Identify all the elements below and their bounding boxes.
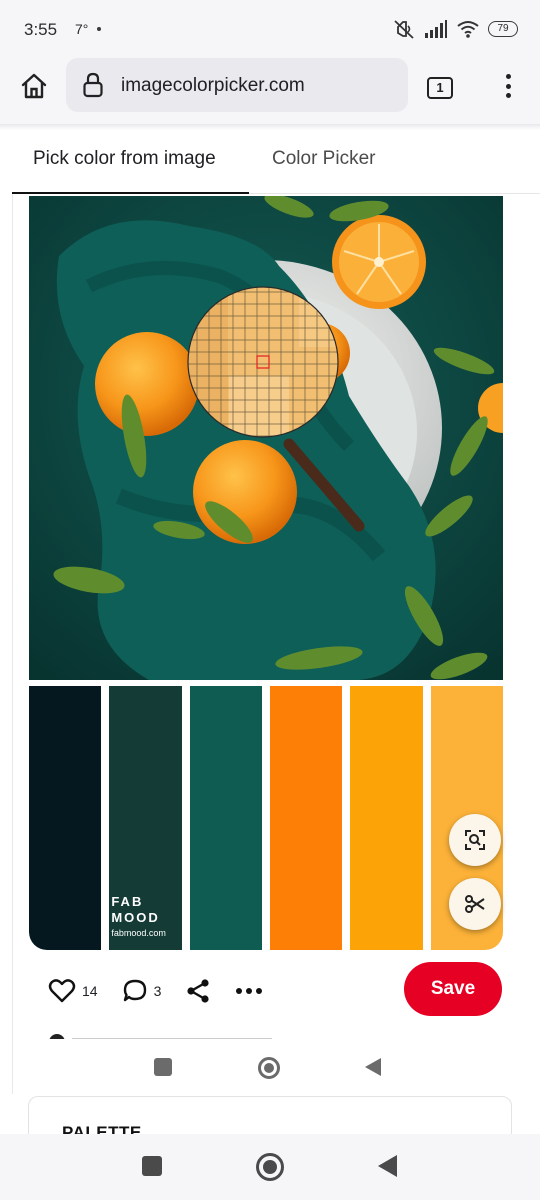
color-palette: FAB MOOD fabmood.com: [29, 686, 503, 950]
notification-dot-icon: [97, 27, 101, 31]
fabmood-watermark: FAB MOOD fabmood.com: [111, 894, 166, 938]
address-field[interactable]: imagecolorpicker.com: [66, 58, 408, 112]
mute-icon: [394, 20, 414, 39]
active-tab-indicator: [12, 192, 249, 194]
more-horiz-icon[interactable]: [235, 987, 263, 995]
palette-title: PALETTE: [62, 1123, 142, 1134]
back-icon: [365, 1058, 381, 1076]
embedded-nav-bar: [0, 1046, 540, 1090]
source-image[interactable]: [29, 196, 503, 680]
like-action[interactable]: 14: [48, 978, 98, 1004]
pin-actions: 14 3: [48, 976, 287, 1006]
oranges-on-teal-cloth-photo: [29, 196, 503, 680]
system-nav-bar: [0, 1134, 540, 1200]
signal-icon: [425, 20, 447, 38]
swatch[interactable]: [29, 686, 102, 950]
lock-icon: [83, 72, 103, 98]
tab-color-picker[interactable]: Color Picker: [272, 148, 375, 170]
comment-action[interactable]: 3: [122, 978, 162, 1004]
swatch[interactable]: [350, 686, 423, 950]
tab-count: 1: [427, 77, 453, 99]
creator-avatar-icon: [49, 1034, 272, 1039]
status-temperature: 7°: [75, 21, 89, 37]
share-icon: [187, 979, 209, 1003]
palette-card: PALETTE: [28, 1096, 512, 1134]
save-button[interactable]: Save: [404, 962, 502, 1016]
tabs-icon[interactable]: 1: [424, 72, 456, 104]
recents-icon[interactable]: [142, 1156, 162, 1176]
browser-toolbar: imagecolorpicker.com 1: [0, 58, 540, 124]
status-icons: 79: [392, 18, 518, 40]
battery-icon: 79: [488, 21, 518, 37]
web-page: Pick color from image Color Picker FAB M…: [0, 124, 540, 1134]
creator-row: [48, 1029, 288, 1039]
home-icon[interactable]: [14, 66, 54, 106]
like-count: 14: [82, 983, 98, 999]
visual-search-icon[interactable]: [449, 814, 501, 866]
home-button-icon[interactable]: [256, 1153, 284, 1181]
recents-icon: [154, 1058, 172, 1076]
swatch[interactable]: FAB MOOD fabmood.com: [109, 686, 182, 950]
home-button-icon: [258, 1057, 280, 1079]
tab-divider: [249, 193, 540, 194]
comment-count: 3: [153, 983, 162, 999]
heart-icon: [48, 979, 76, 1003]
more-vert-icon[interactable]: [494, 70, 522, 102]
back-icon[interactable]: [378, 1155, 397, 1177]
screen: 3:55 7° 79 imagecolorpicker.com 1 Pick c…: [0, 0, 540, 1200]
pixel-magnifier-icon[interactable]: [187, 286, 339, 438]
status-time: 3:55: [24, 20, 58, 39]
tab-pick-color-from-image[interactable]: Pick color from image: [33, 148, 216, 170]
url-text: imagecolorpicker.com: [121, 75, 305, 96]
wifi-icon: [457, 21, 479, 38]
swatch[interactable]: [189, 686, 262, 950]
swatch[interactable]: [269, 686, 343, 950]
comment-icon: [123, 979, 146, 1002]
scissors-icon[interactable]: [449, 878, 501, 930]
share-action[interactable]: [185, 978, 211, 1004]
status-bar: 3:55 7° 79: [0, 0, 540, 58]
content-border: [12, 194, 13, 1094]
